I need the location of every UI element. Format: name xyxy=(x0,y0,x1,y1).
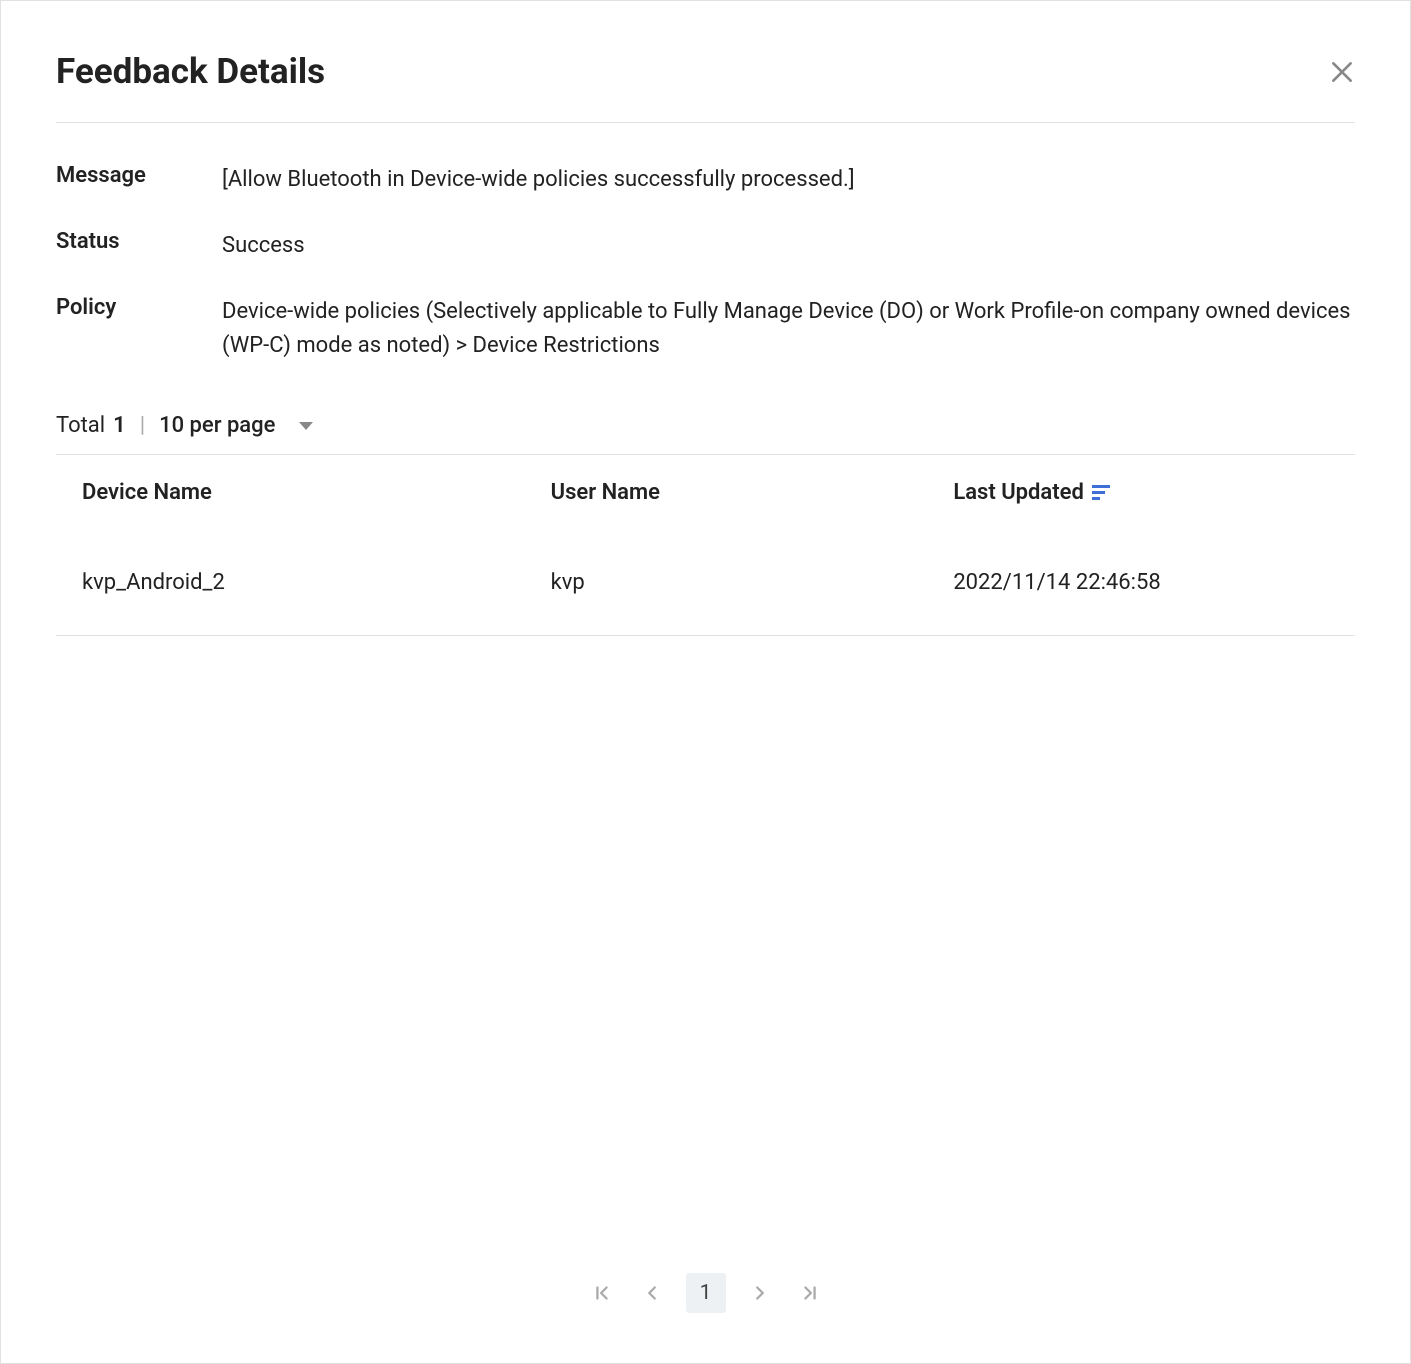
modal-title: Feedback Details xyxy=(56,51,325,92)
caret-down-icon xyxy=(299,422,313,430)
detail-row-policy: Policy Device-wide policies (Selectively… xyxy=(56,295,1355,363)
table-row[interactable]: kvp_Android_2 kvp 2022/11/14 22:46:58 xyxy=(56,529,1355,635)
cell-last-updated: 2022/11/14 22:46:58 xyxy=(939,529,1355,635)
detail-row-message: Message [Allow Bluetooth in Device-wide … xyxy=(56,163,1355,197)
first-page-button[interactable] xyxy=(586,1277,618,1309)
column-header-device-name[interactable]: Device Name xyxy=(56,455,537,529)
details-section: Message [Allow Bluetooth in Device-wide … xyxy=(56,123,1355,395)
detail-row-status: Status Success xyxy=(56,229,1355,263)
column-header-last-updated[interactable]: Last Updated xyxy=(939,455,1355,529)
table-wrap: Device Name User Name Last Updated xyxy=(56,454,1355,636)
table-controls: Total 1 | 10 per page xyxy=(56,413,1355,454)
prev-page-button[interactable] xyxy=(636,1277,668,1309)
column-label: User Name xyxy=(551,480,660,505)
modal-header: Feedback Details xyxy=(56,51,1355,123)
table-header-row: Device Name User Name Last Updated xyxy=(56,455,1355,529)
detail-value-policy: Device-wide policies (Selectively applic… xyxy=(222,295,1355,363)
total-label: Total xyxy=(56,413,105,438)
devices-table: Device Name User Name Last Updated xyxy=(56,455,1355,636)
per-page-select[interactable]: 10 per page xyxy=(159,413,313,438)
column-label: Last Updated xyxy=(953,480,1084,505)
last-page-button[interactable] xyxy=(794,1277,826,1309)
detail-value-status: Success xyxy=(222,229,305,263)
controls-divider: | xyxy=(140,413,145,438)
pagination: 1 xyxy=(56,1253,1355,1313)
column-header-user-name[interactable]: User Name xyxy=(537,455,940,529)
total-count: 1 xyxy=(113,413,126,438)
cell-device-name: kvp_Android_2 xyxy=(56,529,537,635)
cell-user-name: kvp xyxy=(537,529,940,635)
sort-desc-icon xyxy=(1092,483,1110,501)
detail-value-message: [Allow Bluetooth in Device-wide policies… xyxy=(222,163,855,197)
next-page-button[interactable] xyxy=(744,1277,776,1309)
detail-label-status: Status xyxy=(56,229,222,263)
detail-label-message: Message xyxy=(56,163,222,197)
feedback-details-modal: Feedback Details Message [Allow Bluetoot… xyxy=(0,0,1411,1364)
close-icon[interactable] xyxy=(1329,59,1355,85)
per-page-label: 10 per page xyxy=(159,413,275,438)
page-number-current[interactable]: 1 xyxy=(686,1273,726,1313)
column-label: Device Name xyxy=(82,480,212,505)
detail-label-policy: Policy xyxy=(56,295,222,363)
